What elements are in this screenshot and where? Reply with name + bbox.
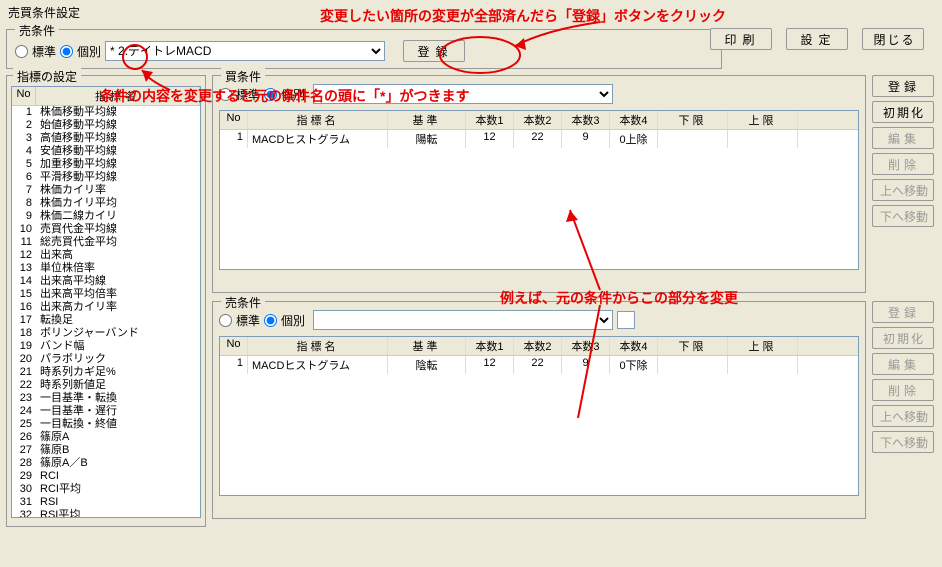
buy-condition-box: 買条件 標準 個別 No 指標名 基準 本数1 本数2 本数3 本数4 [212,75,866,293]
indicator-header-name: 指標名 [36,87,200,105]
sell-side-buttons: 登録 初期化 編集 削除 上へ移動 下へ移動 [872,301,936,519]
table-row[interactable]: 1 MACDヒストグラム 陰転 12 22 9 0下除 [220,356,858,374]
sell-box-label: 売条件 [221,294,265,311]
list-item[interactable]: 21時系列カギ足% [12,366,200,379]
buy-delete-button[interactable]: 削除 [872,153,934,175]
sell-delete-button[interactable]: 削除 [872,379,934,401]
buy-condition-table[interactable]: No 指標名 基準 本数1 本数2 本数3 本数4 下限 上限 1 MACDヒス… [219,110,859,270]
list-item[interactable]: 6平滑移動平均線 [12,171,200,184]
list-item[interactable]: 16出来高カイリ率 [12,301,200,314]
list-item[interactable]: 1株価移動平均線 [12,106,200,119]
list-item[interactable]: 22時系列新値足 [12,379,200,392]
top-condition-fieldset: 売条件 標準 個別 * 2:デイトレMACD 登録 [6,29,722,69]
sell-condition-box: 売条件 標準 個別 No 指標名 基準 本数1 本数2 本数3 本数4 [212,301,866,519]
list-item[interactable]: 30RCI平均 [12,483,200,496]
list-item[interactable]: 19バンド幅 [12,340,200,353]
list-item[interactable]: 25一目転換・終値 [12,418,200,431]
list-item[interactable]: 4安値移動平均線 [12,145,200,158]
indicator-panel-label: 指標の設定 [13,68,81,85]
list-item[interactable]: 32RSI平均 [12,509,200,518]
list-item[interactable]: 9株価二線カイリ [12,210,200,223]
buy-edit-button[interactable]: 編集 [872,127,934,149]
buy-moveup-button[interactable]: 上へ移動 [872,179,934,201]
list-item[interactable]: 27篠原B [12,444,200,457]
radio-standard-buy[interactable]: 標準 [219,86,260,103]
buy-box-label: 買条件 [221,68,265,85]
radio-individual-top[interactable]: 個別 [60,43,101,60]
sell-register-button[interactable]: 登録 [872,301,934,323]
list-item[interactable]: 15出来高平均倍率 [12,288,200,301]
condition-select[interactable]: * 2:デイトレMACD [105,41,385,61]
list-item[interactable]: 5加重移動平均線 [12,158,200,171]
list-item[interactable]: 10売買代金平均線 [12,223,200,236]
list-item[interactable]: 26篠原A [12,431,200,444]
radio-individual-sell[interactable]: 個別 [264,312,305,329]
list-item[interactable]: 28篠原A／B [12,457,200,470]
top-fieldset-label: 売条件 [15,22,59,39]
indicator-list[interactable]: No 指標名 1株価移動平均線2始値移動平均線3高値移動平均線4安値移動平均線5… [11,86,201,518]
radio-standard-top[interactable]: 標準 [15,43,56,60]
window-title: 売買条件設定 [0,0,942,25]
close-button[interactable]: 閉じる [862,28,924,50]
radio-individual-buy[interactable]: 個別 [264,86,305,103]
list-item[interactable]: 2始値移動平均線 [12,119,200,132]
print-button[interactable]: 印刷 [710,28,772,50]
indicator-settings-panel: 指標の設定 No 指標名 1株価移動平均線2始値移動平均線3高値移動平均線4安値… [6,75,206,527]
list-item[interactable]: 20パラボリック [12,353,200,366]
table-row[interactable]: 1 MACDヒストグラム 陽転 12 22 9 0上除 [220,130,858,148]
list-item[interactable]: 29RCI [12,470,200,483]
list-item[interactable]: 24一目基準・遅行 [12,405,200,418]
sell-condition-select[interactable] [313,310,613,330]
sell-movedown-button[interactable]: 下へ移動 [872,431,934,453]
list-item[interactable]: 7株価カイリ率 [12,184,200,197]
list-item[interactable]: 3高値移動平均線 [12,132,200,145]
sell-condition-table[interactable]: No 指標名 基準 本数1 本数2 本数3 本数4 下限 上限 1 MACDヒス… [219,336,859,496]
list-item[interactable]: 17転換足 [12,314,200,327]
sell-init-button[interactable]: 初期化 [872,327,934,349]
list-item[interactable]: 11総売買代金平均 [12,236,200,249]
buy-condition-select[interactable] [313,84,613,104]
indicator-header-no: No [12,87,36,105]
sell-moveup-button[interactable]: 上へ移動 [872,405,934,427]
list-item[interactable]: 31RSI [12,496,200,509]
register-button-top[interactable]: 登録 [403,40,465,62]
list-item[interactable]: 14出来高平均線 [12,275,200,288]
list-item[interactable]: 13単位株倍率 [12,262,200,275]
settings-button[interactable]: 設定 [786,28,848,50]
sell-edit-button[interactable]: 編集 [872,353,934,375]
radio-standard-sell[interactable]: 標準 [219,312,260,329]
buy-movedown-button[interactable]: 下へ移動 [872,205,934,227]
list-item[interactable]: 12出来高 [12,249,200,262]
buy-side-buttons: 登録 初期化 編集 削除 上へ移動 下へ移動 [872,75,936,293]
buy-register-button[interactable]: 登録 [872,75,934,97]
list-item[interactable]: 18ボリンジャーバンド [12,327,200,340]
small-input[interactable] [617,311,635,329]
list-item[interactable]: 8株価カイリ平均 [12,197,200,210]
buy-init-button[interactable]: 初期化 [872,101,934,123]
list-item[interactable]: 23一目基準・転換 [12,392,200,405]
